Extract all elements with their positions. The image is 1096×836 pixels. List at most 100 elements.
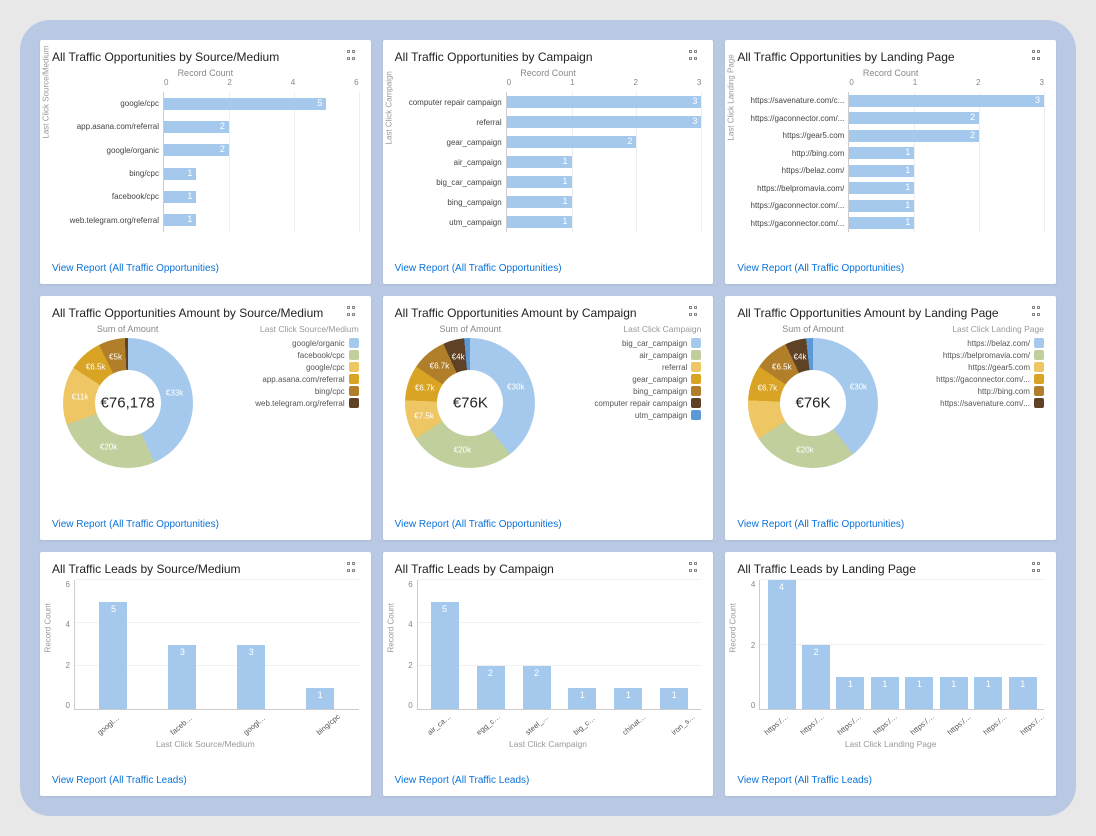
bar-label: iron_steel_ca... [669, 712, 696, 737]
legend-item[interactable]: http://bing.com [893, 386, 1044, 396]
slice-label: €6.5k [86, 363, 106, 372]
bar-label: facebook/cpc [168, 712, 195, 737]
bar[interactable]: 3 [237, 645, 265, 710]
card-title: All Traffic Leads by Campaign [395, 562, 554, 576]
donut-chart[interactable]: €33k€20k€11k€6.5k€5k€76,178 [63, 338, 193, 468]
bar[interactable]: 1 [507, 176, 572, 188]
bar[interactable]: 1 [974, 677, 1002, 709]
legend-item[interactable]: air_campaign [550, 350, 701, 360]
bar[interactable]: 1 [507, 196, 572, 208]
bar[interactable]: 1 [1009, 677, 1037, 709]
bar[interactable]: 1 [849, 165, 914, 177]
legend-item[interactable]: utm_campaign [550, 410, 701, 420]
bar[interactable]: 1 [614, 688, 642, 710]
expand-icon[interactable] [347, 306, 359, 318]
legend-item[interactable]: computer repair campaign [550, 398, 701, 408]
view-report-link[interactable]: View Report (All Traffic Opportunities) [395, 519, 702, 530]
bar[interactable]: 1 [849, 200, 914, 212]
donut-center: €76K [795, 395, 830, 412]
legend-item[interactable]: google/cpc [207, 362, 358, 372]
view-report-link[interactable]: View Report (All Traffic Opportunities) [52, 519, 359, 530]
bar[interactable]: 4 [768, 580, 796, 709]
legend-item[interactable]: big_car_campaign [550, 338, 701, 348]
bar[interactable]: 3 [168, 645, 196, 710]
bar[interactable]: 1 [660, 688, 688, 710]
donut-chart[interactable]: €30k€20k€6.7k€6.5k€4k€76K [748, 338, 878, 468]
legend-item[interactable]: gear_campaign [550, 374, 701, 384]
bar[interactable]: 1 [568, 688, 596, 710]
bar[interactable]: 1 [306, 688, 334, 710]
slice-label: €33k [166, 389, 183, 398]
bar[interactable]: 1 [849, 182, 914, 194]
legend-text: bing/cpc [315, 387, 345, 396]
bar-label: https://tramc... [1018, 712, 1045, 737]
legend-text: referral [662, 363, 687, 372]
expand-icon[interactable] [347, 50, 359, 62]
bar[interactable]: 2 [849, 112, 979, 124]
legend-swatch-icon [1034, 338, 1044, 348]
slice-label: €4k [794, 352, 807, 361]
bar[interactable]: 1 [849, 147, 914, 159]
bar[interactable]: 1 [507, 216, 572, 228]
expand-icon[interactable] [347, 562, 359, 574]
view-report-link[interactable]: View Report (All Traffic Opportunities) [737, 263, 1044, 274]
bar[interactable]: 1 [871, 677, 899, 709]
legend-item[interactable]: https://belaz.com/ [893, 338, 1044, 348]
legend-text: https://gaconnector.com/... [936, 375, 1030, 384]
bar[interactable]: 2 [477, 666, 505, 709]
bar-label: https://faceb... [945, 712, 972, 737]
legend-item[interactable]: https://gear5.com [893, 362, 1044, 372]
legend-item[interactable]: https://belpromavia.com/ [893, 350, 1044, 360]
bar[interactable]: 2 [507, 136, 637, 148]
legend-swatch-icon [349, 350, 359, 360]
expand-icon[interactable] [689, 306, 701, 318]
legend-item[interactable]: web.telegram.org/referral [207, 398, 358, 408]
bar[interactable]: 1 [507, 156, 572, 168]
view-report-link[interactable]: View Report (All Traffic Opportunities) [52, 263, 359, 274]
bar[interactable]: 2 [849, 130, 979, 142]
bar[interactable]: 1 [940, 677, 968, 709]
bar[interactable]: 1 [164, 214, 196, 226]
card-amt_source: All Traffic Opportunities Amount by Sour… [40, 296, 371, 540]
bar-label: big_car_cam... [572, 712, 599, 737]
expand-icon[interactable] [1032, 562, 1044, 574]
view-report-link[interactable]: View Report (All Traffic Leads) [737, 775, 1044, 786]
expand-icon[interactable] [1032, 50, 1044, 62]
bar[interactable]: 1 [164, 191, 196, 203]
bar[interactable]: 1 [164, 168, 196, 180]
legend-text: https://savenature.com/... [940, 399, 1030, 408]
view-report-link[interactable]: View Report (All Traffic Opportunities) [395, 263, 702, 274]
expand-icon[interactable] [1032, 306, 1044, 318]
chart-area: Record Count64205331google/organicfacebo… [52, 580, 359, 771]
view-report-link[interactable]: View Report (All Traffic Leads) [52, 775, 359, 786]
legend-text: gear_campaign [632, 375, 687, 384]
bar[interactable]: 1 [836, 677, 864, 709]
y-axis-label: Last Click Landing Page [727, 54, 736, 140]
bar[interactable]: 1 [905, 677, 933, 709]
legend-item[interactable]: https://savenature.com/... [893, 398, 1044, 408]
legend-item[interactable]: https://gaconnector.com/... [893, 374, 1044, 384]
bar[interactable]: 2 [523, 666, 551, 709]
bar[interactable]: 5 [164, 98, 326, 110]
legend-item[interactable]: app.asana.com/referral [207, 374, 358, 384]
bar[interactable]: 1 [849, 217, 914, 229]
bar[interactable]: 2 [164, 121, 229, 133]
expand-icon[interactable] [689, 50, 701, 62]
bar[interactable]: 2 [802, 645, 830, 710]
bar[interactable]: 5 [431, 602, 459, 710]
chart-area: Record Count42042111111https://savea...h… [737, 580, 1044, 771]
legend-item[interactable]: google/organic [207, 338, 358, 348]
bar[interactable]: 3 [507, 96, 702, 108]
donut-chart[interactable]: €30k€20k€7.5k€6.7k€6.7k€4k€76K [405, 338, 535, 468]
view-report-link[interactable]: View Report (All Traffic Opportunities) [737, 519, 1044, 530]
legend-item[interactable]: referral [550, 362, 701, 372]
bar[interactable]: 2 [164, 144, 229, 156]
legend-item[interactable]: facebook/cpc [207, 350, 358, 360]
expand-icon[interactable] [689, 562, 701, 574]
legend-item[interactable]: bing_campaign [550, 386, 701, 396]
legend-item[interactable]: bing/cpc [207, 386, 358, 396]
bar[interactable]: 3 [849, 95, 1044, 107]
view-report-link[interactable]: View Report (All Traffic Leads) [395, 775, 702, 786]
bar[interactable]: 3 [507, 116, 702, 128]
bar[interactable]: 5 [99, 602, 127, 710]
